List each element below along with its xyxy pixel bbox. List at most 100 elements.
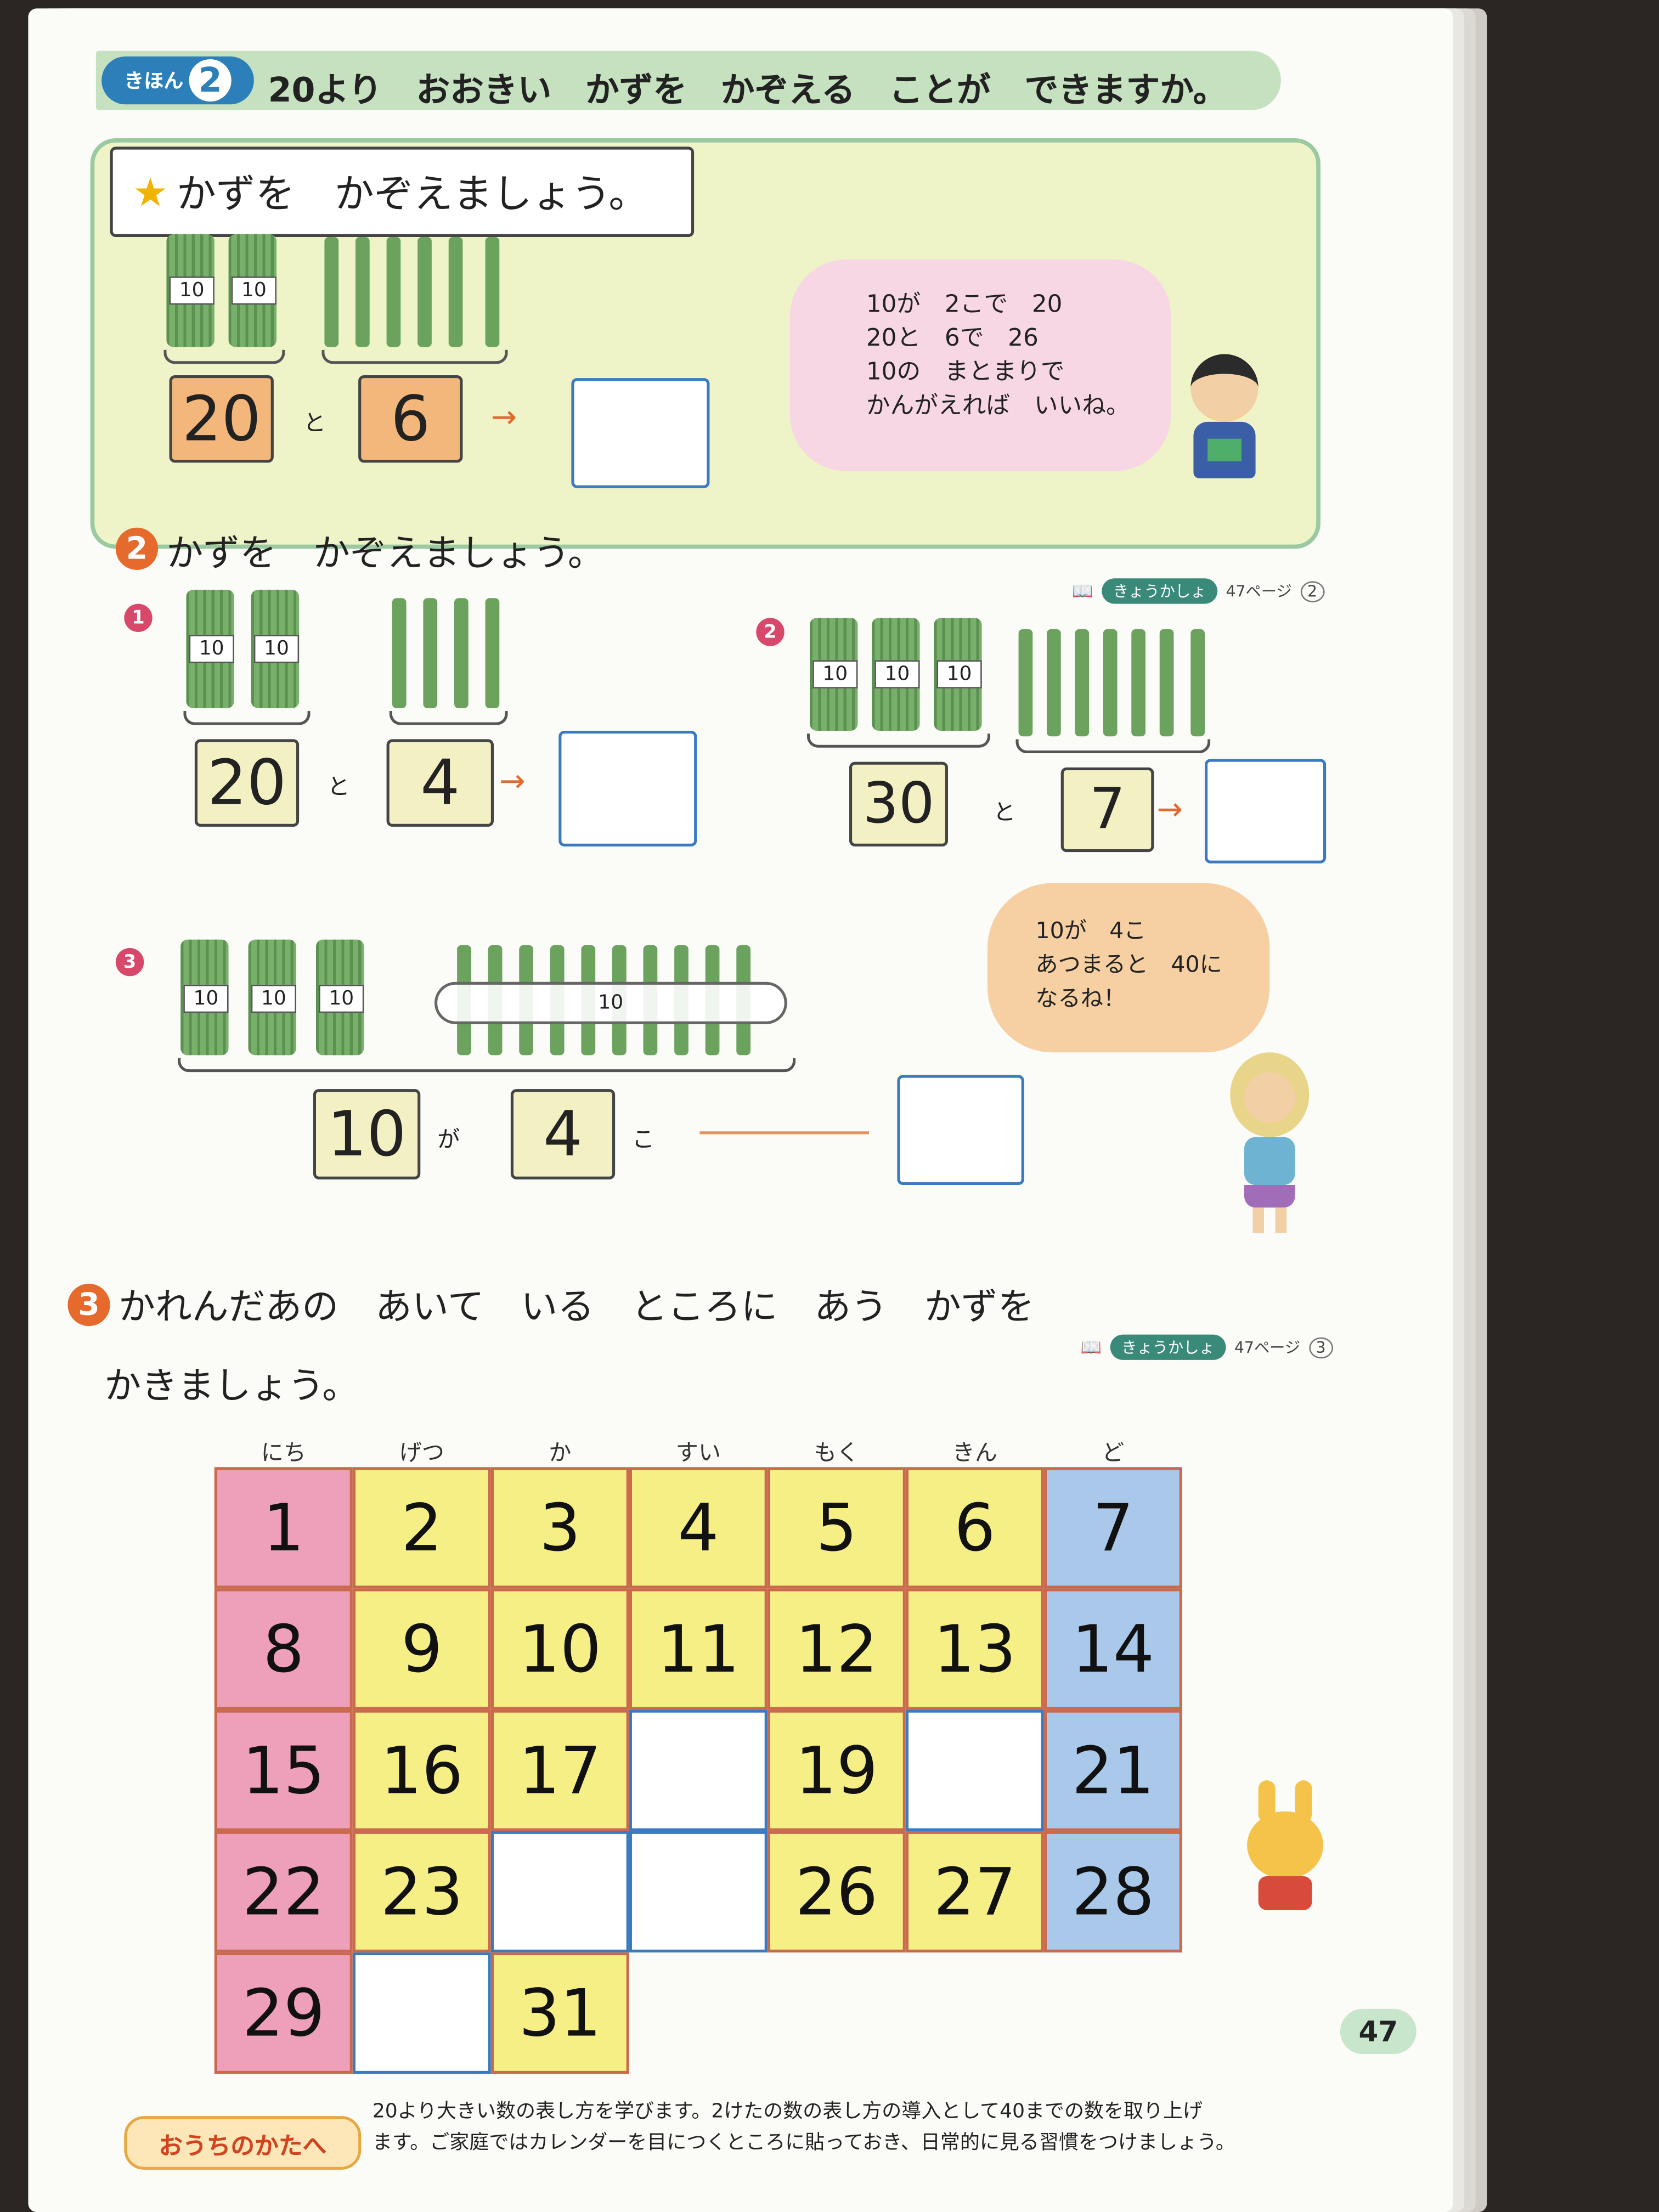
- parents-note-badge: おうちのかたへ: [124, 2116, 362, 2170]
- q2-answer-box[interactable]: [1205, 759, 1327, 864]
- single-stick: [1159, 629, 1174, 737]
- single-stick: [1190, 629, 1205, 737]
- section-3-number: 3: [67, 1284, 110, 1327]
- bubble-line: かんがえれば いいね。: [866, 392, 1130, 421]
- calendar-answer-cell[interactable]: [629, 1831, 768, 1953]
- calendar-cell: 26: [767, 1831, 906, 1953]
- calendar-cell: 19: [767, 1709, 906, 1831]
- question-2-number: 2: [756, 618, 785, 646]
- bubble-text: 10が 2こで 20 20と 6で 26 10の まとまりで かんがえれば いい…: [866, 288, 1130, 424]
- q3-answer-box[interactable]: [897, 1075, 1024, 1185]
- calendar-cell: 17: [490, 1709, 629, 1831]
- example-prompt-text: かずを かぞえましょう。: [176, 171, 648, 217]
- bubble-text: 10が 4こ あつまると 40に なるね！: [1035, 914, 1222, 1015]
- bracket: [178, 1058, 796, 1073]
- conjunction-to: と: [303, 409, 326, 436]
- book-icon: 📖: [1072, 581, 1093, 601]
- single-stick: [454, 598, 469, 708]
- arrow-line: [699, 1131, 869, 1135]
- bundle-tag: 10: [936, 660, 982, 689]
- q1-ones-box: 4: [386, 739, 494, 827]
- calendar-cell: 7: [1043, 1467, 1182, 1589]
- calendar-cell: 31: [490, 1952, 629, 2074]
- section-3-prompt-line2: かきましょう。: [104, 1365, 359, 1408]
- bracket: [321, 349, 508, 364]
- calendar-cell: 16: [352, 1709, 491, 1831]
- section-2-prompt: かずを かぞえましょう。: [166, 533, 605, 576]
- bracket: [806, 733, 991, 748]
- example-answer-box[interactable]: [571, 378, 710, 488]
- bubble-line: 10が 4こ: [1035, 917, 1147, 944]
- single-stick: [485, 237, 500, 347]
- bundle-tag: 10: [874, 660, 920, 689]
- bundle-tag: 10: [812, 660, 858, 689]
- question-3-number: 3: [115, 948, 144, 977]
- calendar-cell: 27: [905, 1831, 1044, 1953]
- kihon-badge: きほん 2: [101, 56, 254, 105]
- arrow-right-icon: →: [499, 764, 526, 800]
- bundle-tag: 10: [183, 984, 229, 1013]
- particle-ga: が: [437, 1126, 460, 1153]
- calendar-cell: 28: [1043, 1831, 1182, 1953]
- calendar-cell: 3: [490, 1467, 629, 1589]
- arrow-right-icon: →: [490, 400, 517, 436]
- calendar-answer-cell[interactable]: [905, 1709, 1044, 1831]
- q2-tens-box: 30: [849, 761, 948, 847]
- header-title: 20より おおきい かずを かぞえる ことが できますか。: [268, 70, 1227, 110]
- section-2-number: 2: [115, 527, 158, 570]
- bracket: [183, 711, 311, 725]
- conjunction-to: と: [993, 798, 1016, 826]
- bubble-line: 10が 2こで 20: [866, 290, 1063, 319]
- single-stick: [448, 237, 463, 347]
- calendar-cell: 23: [352, 1831, 491, 1953]
- calendar-cell: 6: [905, 1467, 1044, 1589]
- day-header-fri: きん: [952, 1438, 997, 1466]
- q2-ones-box: 7: [1060, 767, 1154, 853]
- bubble-line: なるね！: [1035, 984, 1126, 1012]
- single-stick: [1075, 629, 1090, 737]
- q1-answer-box[interactable]: [558, 731, 697, 847]
- calendar-answer-cell[interactable]: [490, 1831, 629, 1953]
- parents-note: 20より大きい数の表し方を学びます。2けたの数の表し方の導入として40までの数を…: [373, 2096, 1304, 2158]
- star-icon: ★: [132, 168, 168, 216]
- textbook-reference: 📖 きょうかしょ 47ページ 3: [1081, 1334, 1333, 1360]
- day-header-mon: げつ: [399, 1438, 444, 1466]
- ref-page: 47ページ: [1234, 1339, 1301, 1357]
- calendar-answer-cell[interactable]: [352, 1952, 491, 2074]
- kihon-number: 2: [189, 59, 232, 102]
- ref-label: きょうかしょ: [1102, 578, 1218, 604]
- bubble-line: あつまると 40に: [1035, 951, 1222, 978]
- single-stick: [1047, 629, 1061, 737]
- girl-character: [1224, 1052, 1315, 1235]
- calendar-cell: 21: [1043, 1709, 1182, 1831]
- calendar-cell: 15: [214, 1709, 353, 1831]
- textbook-reference: 📖 きょうかしょ 47ページ 2: [1072, 578, 1324, 604]
- counter-ko: こ: [632, 1126, 655, 1153]
- single-stick: [485, 598, 500, 708]
- calendar-cell: 12: [767, 1588, 906, 1710]
- bundle-tag: 10: [319, 984, 364, 1013]
- ref-page: 47ページ: [1226, 583, 1292, 601]
- single-stick: [1131, 629, 1146, 737]
- speech-bubble: 10が 2こで 20 20と 6で 26 10の まとまりで かんがえれば いい…: [790, 259, 1171, 471]
- q1-tens-box: 20: [194, 739, 300, 827]
- speech-bubble: 10が 4こ あつまると 40に なるね！: [988, 883, 1270, 1053]
- tens-value-box: 20: [169, 375, 274, 463]
- ring-label: 10: [598, 991, 624, 1014]
- ref-num: 2: [1300, 580, 1324, 602]
- calendar-cell: 22: [214, 1831, 353, 1953]
- rabbit-character: [1239, 1780, 1338, 1921]
- bundle-tag: 10: [169, 276, 215, 305]
- q3-tens-box: 10: [313, 1089, 421, 1180]
- calendar-cell: 13: [905, 1588, 1044, 1710]
- single-stick: [324, 237, 339, 347]
- bracket: [1015, 739, 1211, 754]
- calendar-cell: 2: [352, 1467, 491, 1589]
- single-stick: [423, 598, 438, 708]
- calendar-cell: 8: [214, 1588, 353, 1710]
- bubble-line: 10の まとまりで: [866, 358, 1065, 387]
- calendar-answer-cell[interactable]: [629, 1709, 768, 1831]
- calendar-cell: 9: [352, 1588, 491, 1710]
- day-header-sat: ど: [1102, 1438, 1125, 1466]
- calendar-cell: 1: [214, 1467, 353, 1589]
